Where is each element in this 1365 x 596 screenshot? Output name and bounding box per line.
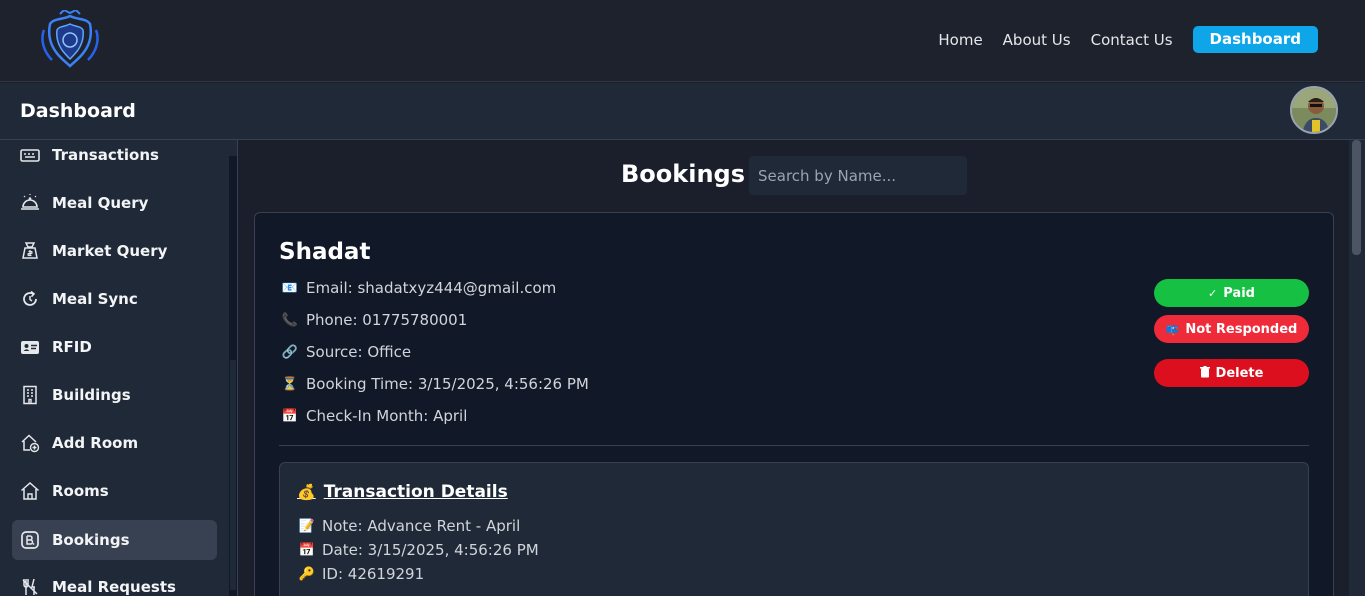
booking-phone: 📞 Phone: 01775780001 xyxy=(281,311,467,329)
transaction-id: 🔑 ID: 42619291 xyxy=(298,565,424,583)
sidebar-item-add-room[interactable]: Add Room xyxy=(12,423,217,463)
email-text: Email: shadatxyz444@gmail.com xyxy=(306,279,557,297)
hourglass-icon: ⏳ xyxy=(281,376,299,392)
phone-icon: 📞 xyxy=(281,312,299,328)
booking-checkin: 📅 Check-In Month: April xyxy=(281,407,467,425)
sidebar-item-buildings[interactable]: Buildings xyxy=(12,375,217,415)
transaction-date: 📅 Date: 3/15/2025, 4:56:26 PM xyxy=(298,541,539,559)
delete-label: Delete xyxy=(1215,365,1264,381)
utensils-icon xyxy=(20,577,40,596)
sync-icon xyxy=(20,289,40,309)
phone-text: Phone: 01775780001 xyxy=(306,311,468,329)
booking-email: 📧 Email: shadatxyz444@gmail.com xyxy=(281,279,556,297)
paid-badge[interactable]: ✓ Paid xyxy=(1154,279,1309,307)
nav-home-link[interactable]: Home xyxy=(938,31,982,49)
sidebar-item-label: Meal Requests xyxy=(52,578,176,596)
not-responded-button[interactable]: 📪 Not Responded xyxy=(1154,315,1309,343)
sidebar-item-transactions[interactable]: Transactions xyxy=(12,140,217,175)
house-icon xyxy=(20,481,40,501)
booking-time-text: Booking Time: 3/15/2025, 4:56:26 PM xyxy=(306,375,589,393)
sidebar-item-label: Meal Sync xyxy=(52,290,138,308)
search-input[interactable] xyxy=(749,156,967,195)
money-bag-icon xyxy=(20,241,40,261)
building-icon xyxy=(20,385,40,405)
bookings-title: Bookings xyxy=(621,160,746,188)
link-icon: 🔗 xyxy=(281,344,299,360)
sidebar-item-market-query[interactable]: Market Query xyxy=(12,231,217,271)
booking-card: Shadat 📧 Email: shadatxyz444@gmail.com 📞… xyxy=(254,212,1334,596)
divider xyxy=(279,445,1309,446)
dashboard-button[interactable]: Dashboard xyxy=(1192,26,1318,53)
sidebar-item-label: Buildings xyxy=(52,386,131,404)
sidebar-item-rooms[interactable]: Rooms xyxy=(12,471,217,511)
keyboard-icon xyxy=(20,145,40,165)
trash-icon xyxy=(1199,365,1210,381)
paid-label: Paid xyxy=(1223,285,1255,301)
sidebar-item-meal-query[interactable]: Meal Query xyxy=(12,183,217,223)
calendar-icon: 📅 xyxy=(281,408,299,424)
sidebar: Transactions Meal Query Market Query Mea… xyxy=(0,140,238,596)
dashboard-header: Dashboard xyxy=(0,83,1365,140)
booking-source: 🔗 Source: Office xyxy=(281,343,411,361)
nav-contact-link[interactable]: Contact Us xyxy=(1091,31,1173,49)
sidebar-item-label: Rooms xyxy=(52,482,109,500)
transaction-note: 📝 Note: Advance Rent - April xyxy=(298,517,520,535)
sidebar-item-label: Add Room xyxy=(52,434,139,452)
sidebar-item-meal-requests[interactable]: Meal Requests xyxy=(12,567,217,596)
sidebar-item-bookings[interactable]: Bookings xyxy=(12,520,217,560)
nav-about-link[interactable]: About Us xyxy=(1003,31,1071,49)
transaction-title-text: Transaction Details xyxy=(323,482,508,502)
sidebar-item-label: Meal Query xyxy=(52,194,149,212)
bookings-icon xyxy=(20,530,40,550)
mailbox-icon: 📪 xyxy=(1165,322,1180,336)
avatar[interactable] xyxy=(1290,86,1338,134)
booking-name: Shadat xyxy=(279,239,371,265)
id-card-icon xyxy=(20,337,40,357)
money-bag-icon: 💰 xyxy=(297,483,316,501)
sidebar-scrollbar-thumb[interactable] xyxy=(230,360,236,590)
main-scrollbar-thumb[interactable] xyxy=(1352,140,1361,255)
calendar-icon: 📅 xyxy=(298,542,316,558)
transaction-title: 💰 Transaction Details xyxy=(297,482,508,502)
crest-logo[interactable] xyxy=(38,8,102,72)
memo-icon: 📝 xyxy=(298,518,316,534)
check-icon: ✓ xyxy=(1208,286,1218,300)
note-text: Note: Advance Rent - April xyxy=(322,517,521,535)
cloche-icon xyxy=(20,193,40,213)
id-text: ID: 42619291 xyxy=(322,565,425,583)
booking-time: ⏳ Booking Time: 3/15/2025, 4:56:26 PM xyxy=(281,375,589,393)
date-text: Date: 3/15/2025, 4:56:26 PM xyxy=(322,541,539,559)
top-navbar: Home About Us Contact Us Dashboard xyxy=(0,0,1365,82)
sidebar-item-meal-sync[interactable]: Meal Sync xyxy=(12,279,217,319)
envelope-icon: 📧 xyxy=(281,280,299,296)
transaction-details-box: 💰 Transaction Details 📝 Note: Advance Re… xyxy=(279,462,1309,596)
delete-button[interactable]: Delete xyxy=(1154,359,1309,387)
sidebar-item-label: Transactions xyxy=(52,146,159,164)
main-content: Bookings Shadat 📧 Email: shadatxyz444@gm… xyxy=(239,140,1349,596)
checkin-text: Check-In Month: April xyxy=(306,407,468,425)
not-responded-label: Not Responded xyxy=(1185,321,1298,337)
sidebar-item-rfid[interactable]: RFID xyxy=(12,327,217,367)
sidebar-item-label: RFID xyxy=(52,338,92,356)
source-text: Source: Office xyxy=(306,343,412,361)
page-title: Dashboard xyxy=(20,100,136,122)
sidebar-item-label: Market Query xyxy=(52,242,168,260)
sidebar-item-label: Bookings xyxy=(52,531,130,549)
key-icon: 🔑 xyxy=(298,566,316,582)
house-plus-icon xyxy=(20,433,40,453)
